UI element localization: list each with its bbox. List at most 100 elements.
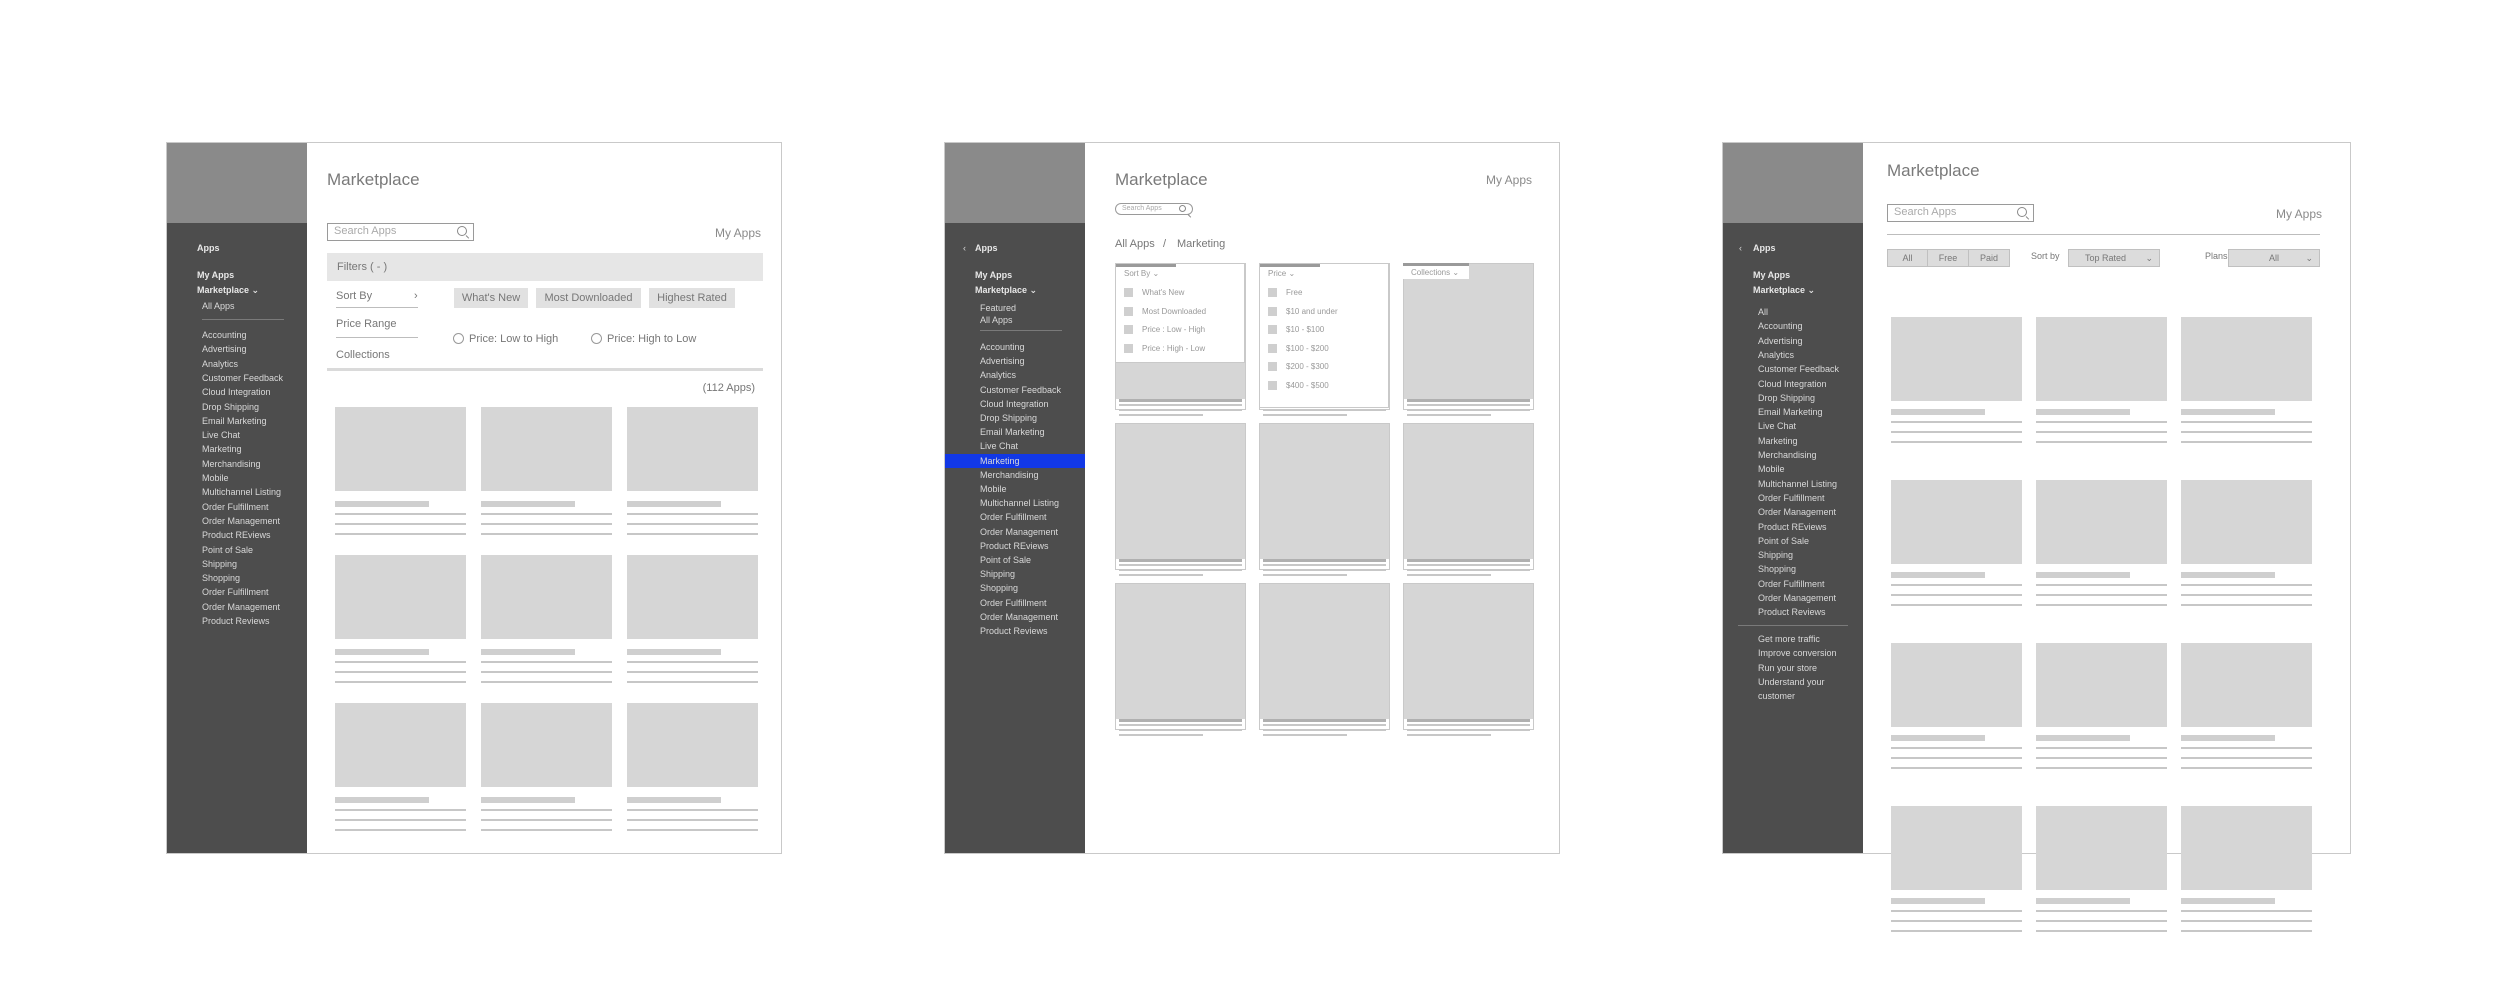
sidebar-item-live-chat[interactable]: Live Chat xyxy=(202,430,240,440)
price-option-10-100[interactable]: $10 - $100 xyxy=(1286,325,1324,334)
sidebar-item-shopping[interactable]: Shopping xyxy=(202,573,240,583)
search-input[interactable]: Search Apps xyxy=(1115,203,1193,215)
sidebar-item-product-reviews[interactable]: Product REviews xyxy=(1758,522,1827,532)
app-card[interactable] xyxy=(1259,583,1390,736)
app-card[interactable] xyxy=(627,407,758,541)
sidebar-item-merchandising[interactable]: Merchandising xyxy=(1758,450,1817,460)
app-card[interactable] xyxy=(481,407,612,541)
sidebar-item-marketing[interactable]: Marketing xyxy=(980,456,1020,466)
sidebar-item-email-marketing[interactable]: Email Marketing xyxy=(202,416,267,426)
sidebar-item-order-management[interactable]: Order Management xyxy=(202,602,280,612)
sidebar-item-accounting[interactable]: Accounting xyxy=(1758,321,1803,331)
my-apps-link[interactable]: My Apps xyxy=(1486,173,1532,187)
app-card[interactable] xyxy=(2181,643,2312,777)
app-card[interactable] xyxy=(1115,423,1246,576)
radio-high-low[interactable] xyxy=(591,333,602,344)
sidebar-item-multichannel-listing[interactable]: Multichannel Listing xyxy=(1758,479,1837,489)
checkbox[interactable] xyxy=(1268,325,1277,334)
filters-bar[interactable]: Filters ( - ) xyxy=(327,253,763,281)
sidebar-item-advertising[interactable]: Advertising xyxy=(202,344,247,354)
sidebar-item-product-reviews[interactable]: Product Reviews xyxy=(1758,607,1826,617)
sidebar-item-shopping[interactable]: Shopping xyxy=(980,583,1018,593)
sidebar-item-marketplace[interactable]: Marketplace ⌄ xyxy=(197,285,259,296)
sidebar-item-live-chat[interactable]: Live Chat xyxy=(980,441,1018,451)
segment-free[interactable]: Free xyxy=(1927,249,1969,267)
segment-paid[interactable]: Paid xyxy=(1968,249,2010,267)
sidebar-item-cloud-integration[interactable]: Cloud Integration xyxy=(202,387,271,397)
price-dropdown[interactable]: Price ⌄ Free $10 and under $10 - $100 $100 … xyxy=(1259,263,1389,408)
sidebar-item-email-marketing[interactable]: Email Marketing xyxy=(1758,407,1823,417)
checkbox[interactable] xyxy=(1268,362,1277,371)
sidebar-item-cloud-integration[interactable]: Cloud Integration xyxy=(1758,379,1827,389)
radio-low-high[interactable] xyxy=(453,333,464,344)
app-card[interactable] xyxy=(481,555,612,689)
sidebar-item-product-reviews[interactable]: Product Reviews xyxy=(980,626,1048,636)
sidebar-item-analytics[interactable]: Analytics xyxy=(980,370,1016,380)
search-input[interactable]: Search Apps xyxy=(1887,204,2034,222)
checkbox[interactable] xyxy=(1268,306,1277,316)
sort-option-what-s-new[interactable]: What's New xyxy=(1142,288,1184,297)
sidebar-item-product-reviews[interactable]: Product Reviews xyxy=(202,616,270,626)
sidebar-item-my-apps[interactable]: My Apps xyxy=(197,270,234,280)
sidebar-item-customer-feedback[interactable]: Customer Feedback xyxy=(980,385,1061,395)
sidebar-item-analytics[interactable]: Analytics xyxy=(1758,350,1794,360)
app-card[interactable] xyxy=(2036,317,2167,451)
my-apps-link[interactable]: My Apps xyxy=(2276,207,2322,221)
sidebar-item-my-apps[interactable]: My Apps xyxy=(1753,270,1790,280)
sidebar-item-order-management[interactable]: Order Management xyxy=(1758,507,1836,517)
sidebar-item-accounting[interactable]: Accounting xyxy=(202,330,247,340)
sidebar-item-order-management[interactable]: Order Management xyxy=(980,527,1058,537)
sidebar-item-order-fulfillment[interactable]: Order Fulfillment xyxy=(202,587,269,597)
sidebar-goal-get-more-traffic[interactable]: Get more traffic xyxy=(1758,634,1820,644)
sidebar-item-my-apps[interactable]: My Apps xyxy=(975,270,1012,280)
back-chevron-icon[interactable]: ‹ xyxy=(1739,243,1742,253)
sidebar-item-mobile[interactable]: Mobile xyxy=(202,473,229,483)
app-card[interactable] xyxy=(2036,806,2167,940)
price-option-400-500[interactable]: $400 - $500 xyxy=(1286,381,1329,390)
sidebar-goal-understand-your[interactable]: Understand your xyxy=(1758,677,1825,687)
sidebar-item-drop-shipping[interactable]: Drop Shipping xyxy=(202,402,259,412)
price-range-tab[interactable]: Price Range xyxy=(336,318,397,330)
app-card[interactable] xyxy=(1891,806,2022,940)
sidebar-item-cloud-integration[interactable]: Cloud Integration xyxy=(980,399,1049,409)
app-card[interactable] xyxy=(481,703,612,837)
app-card[interactable] xyxy=(1115,583,1246,736)
sidebar-item-mobile[interactable]: Mobile xyxy=(980,484,1007,494)
chip-most-downloaded[interactable]: Most Downloaded xyxy=(536,288,641,308)
app-card[interactable] xyxy=(1891,643,2022,777)
plans-select[interactable]: All ⌄ xyxy=(2228,249,2320,267)
price-option-100-200[interactable]: $100 - $200 xyxy=(1286,344,1329,353)
sidebar-item-shopping[interactable]: Shopping xyxy=(1758,564,1796,574)
sidebar-item-apps[interactable]: Apps xyxy=(975,243,998,253)
checkbox[interactable] xyxy=(1268,380,1277,390)
sidebar-item-order-management[interactable]: Order Management xyxy=(1758,593,1836,603)
sidebar-item-merchandising[interactable]: Merchandising xyxy=(202,459,261,469)
search-input[interactable]: Search Apps xyxy=(327,223,474,241)
sidebar-item-apps[interactable]: Apps xyxy=(1753,243,1776,253)
sidebar-item-point-of-sale[interactable]: Point of Sale xyxy=(202,545,253,555)
sidebar-item-featured[interactable]: Featured xyxy=(980,303,1016,313)
sidebar-item-order-fulfillment[interactable]: Order Fulfillment xyxy=(1758,493,1825,503)
sidebar-item-customer-feedback[interactable]: Customer Feedback xyxy=(202,373,283,383)
app-card[interactable] xyxy=(2036,480,2167,614)
sidebar-item-order-management[interactable]: Order Management xyxy=(202,516,280,526)
sidebar-goal-customer[interactable]: customer xyxy=(1758,691,1795,701)
checkbox[interactable] xyxy=(1124,325,1133,334)
sidebar-item-all-apps[interactable]: All Apps xyxy=(980,315,1013,325)
price-option-200-300[interactable]: $200 - $300 xyxy=(1286,362,1329,371)
chip-whats-new[interactable]: What's New xyxy=(454,288,528,308)
app-card[interactable] xyxy=(335,407,466,541)
sort-dropdown[interactable]: Sort By ⌄ What's New Most Downloaded Price… xyxy=(1115,263,1245,363)
app-card[interactable] xyxy=(1891,317,2022,451)
app-card[interactable] xyxy=(2181,317,2312,451)
breadcrumb-all-apps[interactable]: All Apps xyxy=(1115,238,1155,250)
app-card[interactable] xyxy=(335,555,466,689)
sort-option-price-high-low[interactable]: Price : High - Low xyxy=(1142,344,1205,353)
sidebar-goal-run-your-store[interactable]: Run your store xyxy=(1758,663,1817,673)
sidebar-item-all[interactable]: All xyxy=(1758,307,1768,317)
collections-tab[interactable]: Collections xyxy=(336,349,390,361)
sidebar-item-merchandising[interactable]: Merchandising xyxy=(980,470,1039,480)
sidebar-item-shipping[interactable]: Shipping xyxy=(1758,550,1793,560)
my-apps-link[interactable]: My Apps xyxy=(715,226,761,240)
checkbox[interactable] xyxy=(1268,288,1277,297)
